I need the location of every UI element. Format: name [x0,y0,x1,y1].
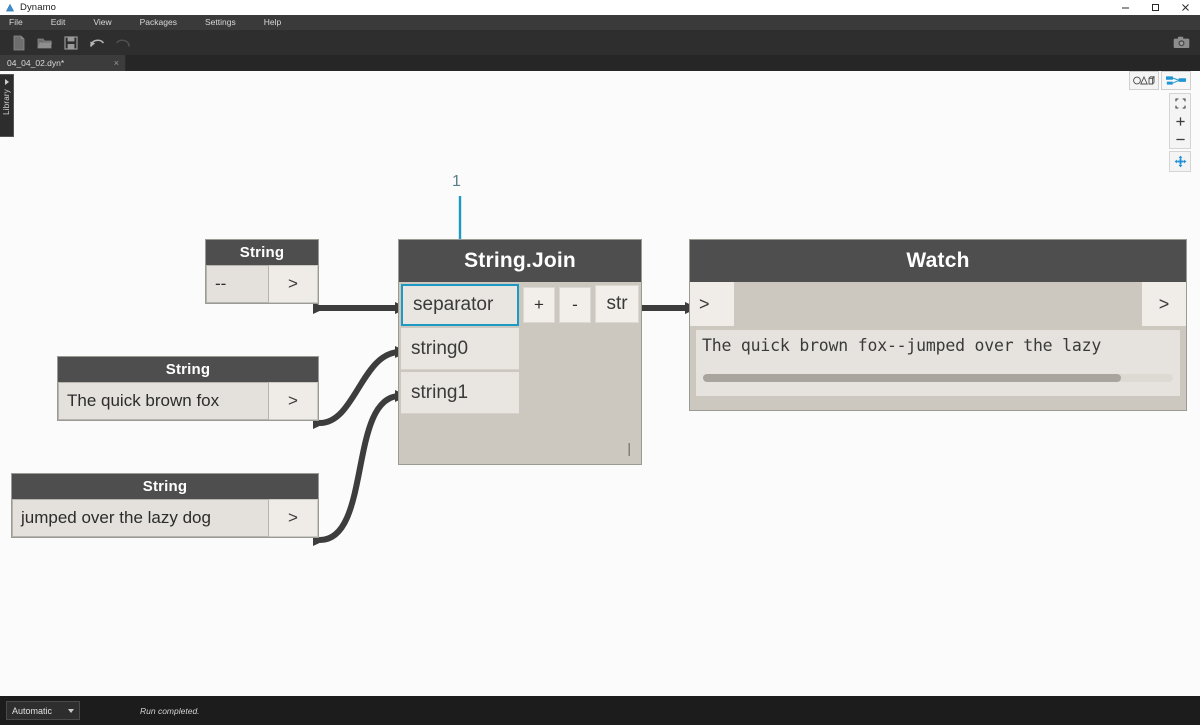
document-tabbar: 04_04_02.dyn* × [0,55,1200,71]
undo-arrow-icon[interactable] [84,30,110,55]
watch-result-text: The quick brown fox--jumped over the laz… [702,336,1102,355]
watch-port-row: > > [690,282,1186,326]
scrollbar-thumb[interactable] [703,374,1122,382]
input-port-separator[interactable]: separator [401,284,519,326]
maximize-icon[interactable] [1140,0,1170,15]
input-port-string1[interactable]: string1 [401,372,519,414]
window-controls [1110,0,1200,15]
close-icon[interactable]: × [114,58,119,68]
graph-view-toggle[interactable] [1161,71,1191,90]
menu-item-help[interactable]: Help [261,15,293,30]
tab-04-04-02-dyn[interactable]: 04_04_02.dyn* × [0,55,126,71]
node-graph-icon [1165,75,1187,86]
input-port[interactable]: > [690,282,734,326]
tab-label: 04_04_02.dyn* [7,58,65,68]
pan-move-icon [1174,155,1187,168]
output-port[interactable]: > [1142,282,1186,326]
zoom-in-button[interactable] [1170,112,1190,130]
menu-item-view[interactable]: View [90,15,123,30]
node-body: > > The quick brown fox--jumped over the… [690,282,1186,410]
titlebar-left-group: Dynamo [0,2,56,13]
tabbar-empty-space [126,55,1200,71]
redo-arrow-icon[interactable] [110,30,136,55]
fit-to-screen-icon [1174,97,1186,109]
library-panel-label: Library [2,89,11,115]
node-watch[interactable]: Watch > > The quick brown fox--jumped ov… [690,240,1186,410]
zoom-control-group [1169,93,1191,149]
statusbar: Automatic Run completed. [0,696,1200,725]
background-3d-preview-toggle[interactable] [1129,71,1159,90]
annotation-marker-1: 1 [452,173,461,190]
app-title: Dynamo [20,2,56,13]
run-mode-label: Automatic [12,705,53,716]
node-body: separator string0 string1 + - str | [399,282,641,464]
node-resize-handle[interactable]: | [627,441,631,455]
toolbar-right-group [1168,30,1194,55]
node-string-dog[interactable]: String jumped over the lazy dog > [12,474,318,537]
menu-item-settings[interactable]: Settings [202,15,248,30]
node-string-separator[interactable]: String -- > [206,240,318,303]
new-file-icon[interactable] [6,30,32,55]
string-value-input[interactable]: jumped over the lazy dog [12,499,269,537]
node-title: String [12,474,318,499]
output-port-str[interactable]: str [595,285,639,323]
geometry-3d-icon [1133,75,1155,86]
zoom-out-button[interactable] [1170,130,1190,148]
menubar: File Edit View Packages Settings Help [0,15,1200,30]
menu-item-file[interactable]: File [6,15,35,30]
close-icon[interactable] [1170,0,1200,15]
node-title: Watch [690,240,1186,282]
node-body: -- > [206,265,318,303]
run-status-message: Run completed. [140,705,200,716]
output-port[interactable]: > [269,499,318,537]
save-disk-icon[interactable] [58,30,84,55]
chevron-right-icon [4,79,9,85]
graph-canvas[interactable]: Library 1 String -- > String The quick b… [0,71,1200,696]
node-string-join[interactable]: String.Join separator string0 string1 + … [399,240,641,464]
remove-input-button[interactable]: - [559,287,591,323]
output-port[interactable]: > [269,382,318,420]
minimize-icon[interactable] [1110,0,1140,15]
main-toolbar [0,30,1200,55]
output-port[interactable]: > [269,265,318,303]
window-titlebar: Dynamo [0,0,1200,15]
plus-icon [1175,116,1186,127]
caret-down-icon [68,708,74,713]
node-title: String.Join [399,240,641,282]
dynamo-logo-icon [5,3,15,13]
node-body: The quick brown fox > [58,382,318,420]
add-input-button[interactable]: + [523,287,555,323]
string-value-input[interactable]: The quick brown fox [58,382,269,420]
pan-tool-button[interactable] [1169,151,1191,172]
horizontal-scrollbar[interactable] [703,374,1173,382]
library-panel-toggle[interactable]: Library [0,74,14,137]
string-value-input[interactable]: -- [206,265,269,303]
node-body: jumped over the lazy dog > [12,499,318,537]
menu-item-edit[interactable]: Edit [48,15,78,30]
open-folder-icon[interactable] [32,30,58,55]
camera-icon[interactable] [1168,30,1194,55]
zoom-to-fit-button[interactable] [1170,94,1190,112]
node-title: String [206,240,318,265]
node-title: String [58,357,318,382]
run-mode-dropdown[interactable]: Automatic [6,701,80,720]
node-string-fox[interactable]: String The quick brown fox > [58,357,318,420]
watch-port-spacer [734,282,1142,326]
watch-result-panel[interactable]: The quick brown fox--jumped over the laz… [696,330,1180,396]
minus-icon [1175,134,1186,145]
view-toggle-group [1129,71,1191,90]
menu-item-packages[interactable]: Packages [137,15,189,30]
input-port-string0[interactable]: string0 [401,328,519,370]
